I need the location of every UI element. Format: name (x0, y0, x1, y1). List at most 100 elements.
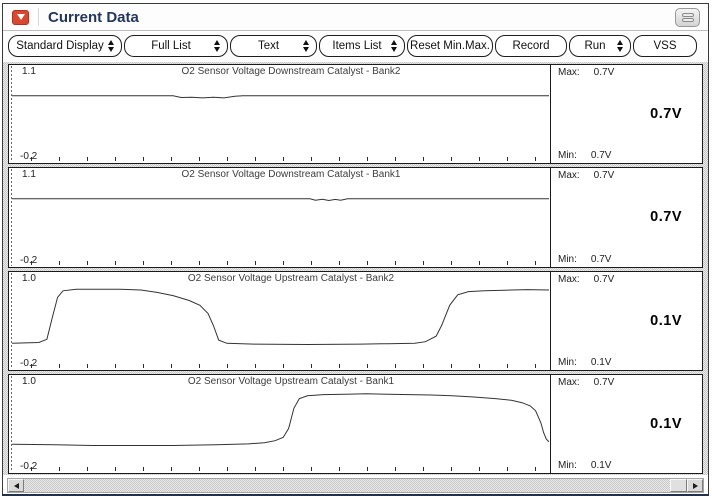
down-triangle-icon (108, 47, 114, 52)
toolbar-button-record[interactable]: Record (495, 35, 567, 57)
waveform-plot (12, 169, 549, 266)
min-readout: Min:0.1V (558, 357, 611, 368)
tick-mark (395, 467, 396, 471)
min-value: 0.7V (591, 150, 612, 161)
tick-mark (451, 261, 452, 265)
tick-mark (255, 157, 256, 161)
tick-mark (395, 157, 396, 161)
min-label: Min: (558, 254, 577, 265)
toolbar-button-full-list[interactable]: Full List (124, 35, 228, 57)
tick-mark (255, 261, 256, 265)
tick-mark (507, 364, 508, 368)
toolbar-button-reset-min-max[interactable]: Reset Min.Max. (407, 35, 493, 57)
min-label: Min: (558, 150, 577, 161)
tick-mark (395, 261, 396, 265)
min-label: Min: (558, 357, 577, 368)
tick-mark (199, 364, 200, 368)
tick-mark (367, 157, 368, 161)
tick-mark (283, 261, 284, 265)
updown-arrows-icon (617, 40, 623, 52)
tick-mark (87, 157, 88, 161)
max-label: Max: (558, 67, 580, 78)
scrollbar-thumb[interactable] (670, 479, 687, 492)
tick-mark (339, 467, 340, 471)
value-area-divider (550, 272, 551, 370)
tick-mark (535, 261, 536, 265)
waveform-line (12, 199, 549, 201)
tick-mark (339, 364, 340, 368)
up-triangle-icon (108, 40, 114, 45)
tick-mark (479, 261, 480, 265)
dropdown-triangle-icon (17, 14, 25, 20)
max-readout: Max: 0.7V (558, 67, 614, 78)
min-value: 0.7V (591, 254, 612, 265)
tick-mark (171, 157, 172, 161)
tick-mark (143, 157, 144, 161)
tick-mark (395, 364, 396, 368)
toolbar-button-run[interactable]: Run (569, 35, 631, 57)
tick-mark (451, 364, 452, 368)
scroll-right-button[interactable] (687, 479, 703, 492)
toolbar-button-items-list[interactable]: Items List (319, 35, 405, 57)
tick-mark (283, 157, 284, 161)
tick-mark (339, 157, 340, 161)
window-menu-icon[interactable] (12, 10, 29, 25)
tick-mark (115, 467, 116, 471)
toolbar-button-text[interactable]: Text (230, 35, 317, 57)
tick-mark (31, 467, 32, 471)
tick-mark (311, 157, 312, 161)
tick-mark (115, 261, 116, 265)
button-label: Full List (151, 40, 191, 52)
tick-mark (59, 467, 60, 471)
tick-mark (479, 364, 480, 368)
tick-mark (227, 364, 228, 368)
toolbar: Standard Display Full List TextItems List R… (3, 31, 708, 61)
tick-mark (255, 467, 256, 471)
tick-mark (423, 364, 424, 368)
tick-mark (507, 157, 508, 161)
max-readout: Max: 0.7V (558, 377, 614, 388)
tick-mark (479, 467, 480, 471)
max-readout: Max:0.7V (558, 274, 614, 285)
down-triangle-icon (391, 47, 397, 52)
tick-mark (535, 364, 536, 368)
toolbar-button-vss[interactable]: VSS (633, 35, 697, 57)
tick-mark (143, 467, 144, 471)
tick-mark (367, 467, 368, 471)
list-view-button[interactable] (675, 8, 700, 27)
waveform-line (12, 289, 549, 344)
scroll-left-button[interactable] (8, 479, 24, 492)
tick-mark (367, 364, 368, 368)
horizontal-scrollbar[interactable] (7, 478, 704, 493)
max-label: Max: (558, 377, 580, 388)
tick-mark (535, 467, 536, 471)
tick-mark (199, 157, 200, 161)
updown-arrows-icon (108, 40, 114, 52)
button-label: Standard Display (16, 40, 104, 52)
toolbar-button-standard-display[interactable]: Standard Display (8, 35, 122, 57)
up-triangle-icon (391, 40, 397, 45)
updown-arrows-icon (303, 40, 309, 52)
scrollbar-track[interactable] (24, 479, 670, 492)
waveform-plot (12, 376, 549, 473)
tick-mark (31, 261, 32, 265)
value-area-divider (550, 375, 551, 473)
max-value: 0.7V (594, 274, 615, 285)
tick-mark (87, 364, 88, 368)
max-label: Max: (558, 170, 580, 181)
window-title: Current Data (48, 9, 139, 26)
button-label: Reset Min.Max. (410, 40, 490, 52)
tick-mark (143, 261, 144, 265)
min-value: 0.1V (591, 460, 612, 471)
tick-mark (171, 364, 172, 368)
button-label: Run (584, 40, 605, 52)
tick-mark (423, 261, 424, 265)
min-readout: Min:0.1V (558, 460, 611, 471)
tick-mark (87, 261, 88, 265)
tick-mark (31, 364, 32, 368)
titlebar-separator (38, 8, 39, 26)
down-triangle-icon (214, 47, 220, 52)
tick-mark (311, 364, 312, 368)
max-value: 0.7V (594, 377, 615, 388)
max-value: 0.7V (594, 67, 615, 78)
